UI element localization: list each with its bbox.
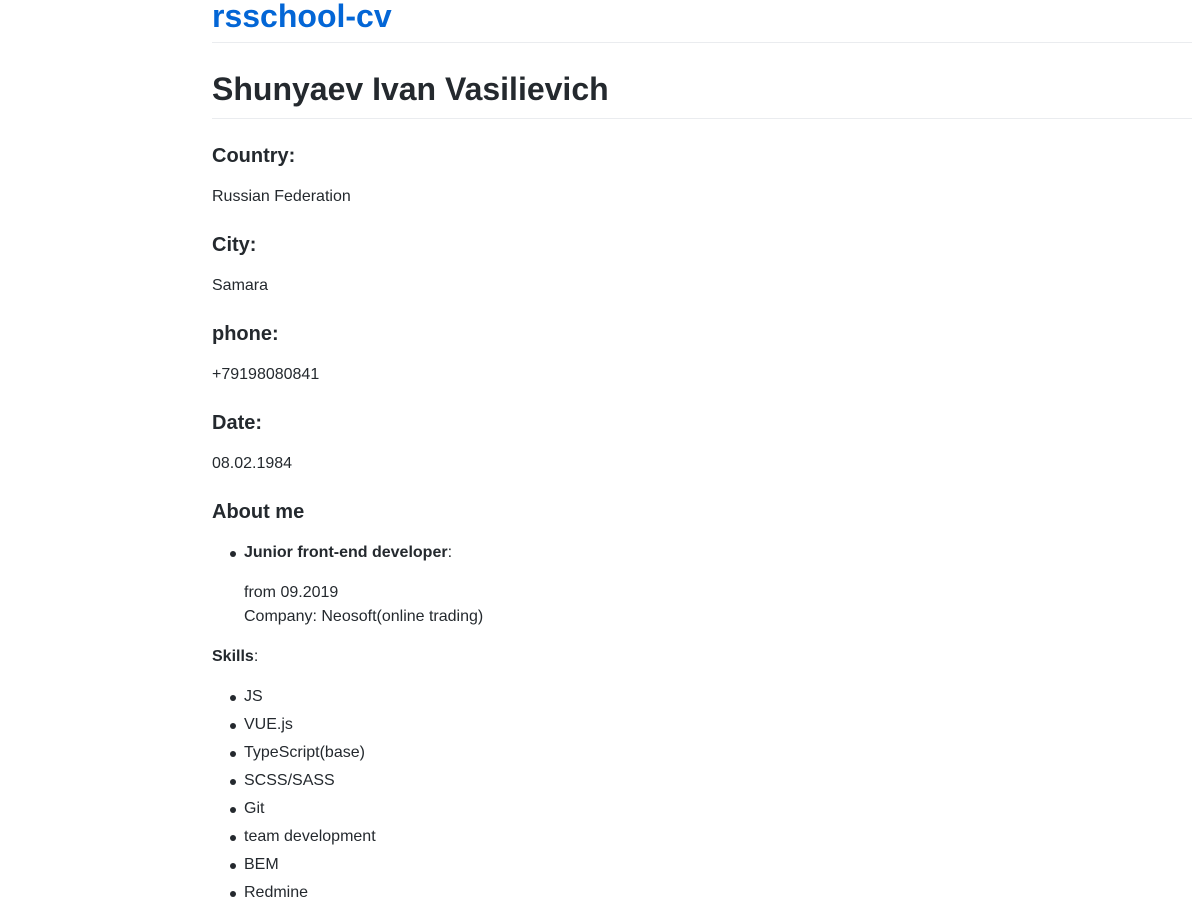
about-heading: About me [212, 501, 305, 523]
skill-item: team development [212, 825, 1192, 849]
skills-title: Skills [212, 648, 254, 665]
skill-label: team development [244, 828, 376, 845]
role-colon: : [447, 544, 453, 561]
bullet-icon [230, 751, 236, 757]
page-content: rsschool-cv Shunyaev Ivan Vasilievich Co… [212, 0, 1192, 905]
role-title: Junior front-end developer [244, 544, 448, 561]
header-divider [212, 42, 1192, 43]
date-heading: Date: [212, 412, 263, 434]
country-value: Russian Federation [212, 188, 351, 205]
skill-label: Git [244, 800, 265, 817]
experience-company: Company: Neosoft(online trading) [244, 608, 484, 625]
city-heading: City: [212, 234, 257, 256]
skill-label: SCSS/SASS [244, 772, 335, 789]
skill-label: JS [244, 688, 263, 705]
experience-item: Junior front-end developer: from 09.2019… [212, 541, 1192, 629]
skill-item: Redmine [212, 881, 1192, 905]
skill-item: VUE.js [212, 713, 1192, 737]
phone-heading: phone: [212, 323, 279, 345]
skill-item: JS [212, 685, 1192, 709]
skills-list: JS VUE.js TypeScript(base) SCSS/SASS Git… [212, 685, 1192, 905]
experience-list: Junior front-end developer: from 09.2019… [212, 541, 1192, 629]
skills-label: Skills: [212, 645, 1192, 669]
city-value: Samara [212, 277, 269, 294]
bullet-icon [230, 551, 236, 557]
skill-item: SCSS/SASS [212, 769, 1192, 793]
skill-label: BEM [244, 856, 279, 873]
bullet-icon [230, 891, 236, 897]
title-divider [212, 118, 1192, 119]
bullet-icon [230, 779, 236, 785]
bullet-icon [230, 835, 236, 841]
date-value: 08.02.1984 [212, 455, 293, 472]
skill-label: VUE.js [244, 716, 293, 733]
skills-colon: : [253, 648, 259, 665]
skill-item: TypeScript(base) [212, 741, 1192, 765]
experience-details: from 09.2019 Company: Neosoft(online tra… [244, 581, 1192, 629]
page-title: Shunyaev Ivan Vasilievich [212, 71, 609, 107]
skill-item: Git [212, 797, 1192, 821]
country-heading: Country: [212, 145, 296, 167]
bullet-icon [230, 863, 236, 869]
skill-label: TypeScript(base) [244, 744, 365, 761]
skill-item: BEM [212, 853, 1192, 877]
bullet-icon [230, 695, 236, 701]
experience-since: from 09.2019 [244, 584, 339, 601]
bullet-icon [230, 723, 236, 729]
site-title-link[interactable]: rsschool-cv [212, 0, 1192, 35]
bullet-icon [230, 807, 236, 813]
skill-label: Redmine [244, 884, 309, 901]
phone-value: +79198080841 [212, 366, 320, 383]
